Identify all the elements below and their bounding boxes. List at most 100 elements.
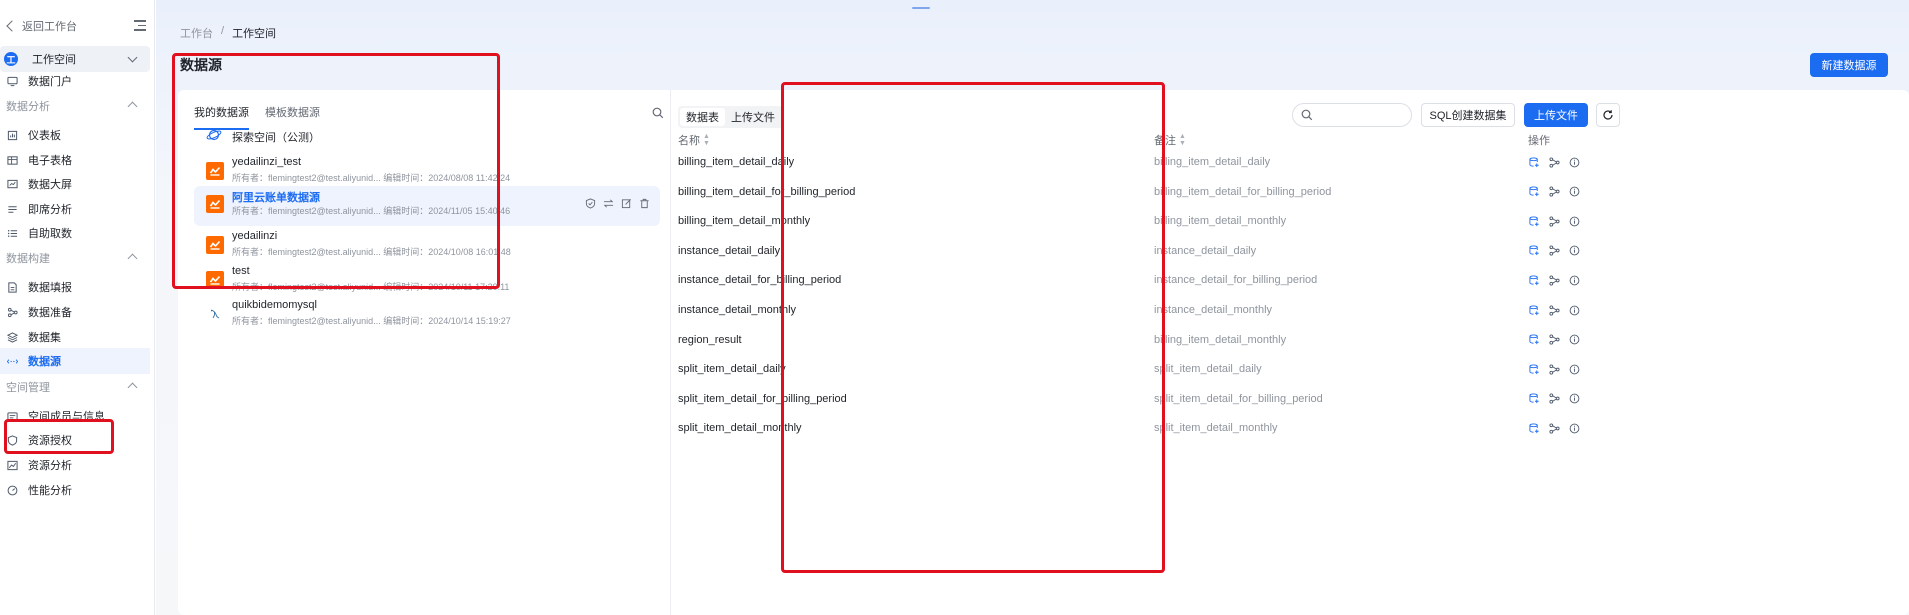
sidebar-item[interactable]: 资源授权 xyxy=(0,427,150,453)
sidebar-item[interactable]: 仪表板 xyxy=(0,122,150,148)
table-row[interactable]: split_item_detail_monthly split_item_deta… xyxy=(678,413,1908,443)
sidebar-item[interactable]: 空间成员与信息 xyxy=(0,403,150,429)
dataset-create-icon[interactable] xyxy=(1528,334,1540,346)
datasource-actions xyxy=(585,198,650,209)
lineage-icon[interactable] xyxy=(1548,422,1560,434)
table-tabs: 数据表 上传文件 xyxy=(678,106,783,128)
chevron-down-icon xyxy=(127,52,138,63)
table-search-input[interactable] xyxy=(1292,103,1412,127)
lineage-icon[interactable] xyxy=(1548,304,1560,316)
top-indicator xyxy=(912,7,930,9)
table-row[interactable]: instance_detail_daily instance_detail_dai… xyxy=(678,236,1908,266)
table-row[interactable]: split_item_detail_daily split_item_detail… xyxy=(678,354,1908,384)
info-icon[interactable] xyxy=(1568,156,1580,168)
aliyun-logo xyxy=(206,162,224,180)
nav-group-header[interactable]: 数据分析 xyxy=(6,97,138,115)
nav-group-header[interactable]: 空间管理 xyxy=(6,378,138,396)
lineage-icon[interactable] xyxy=(1548,215,1560,227)
table-row[interactable]: instance_detail_for_billing_period instan… xyxy=(678,265,1908,295)
table-row[interactable]: split_item_detail_for_billing_period spli… xyxy=(678,384,1908,414)
nav-group-label: 空间管理 xyxy=(6,382,50,394)
table-name: region_result xyxy=(678,333,742,346)
search-icon[interactable] xyxy=(652,107,664,119)
dataset-create-icon[interactable] xyxy=(1528,186,1540,198)
back-to-workbench-link[interactable]: 返回工作台 xyxy=(6,18,77,34)
lineage-icon[interactable] xyxy=(1548,186,1560,198)
upload-file-button[interactable]: 上传文件 xyxy=(1524,103,1588,127)
row-actions xyxy=(1528,156,1580,168)
sidebar-item[interactable]: 即席分析 xyxy=(0,196,150,222)
sidebar-item[interactable]: 数据门户 xyxy=(0,68,150,94)
column-name-label: 名称 xyxy=(678,135,700,147)
explore-space-item[interactable]: 探索空间（公测） xyxy=(194,122,660,148)
chevron-up-icon xyxy=(127,382,138,393)
datasource-meta: 所有者：flemingtest2@test.aliyunid... 编辑时间：2… xyxy=(232,282,510,292)
lineage-icon[interactable] xyxy=(1548,245,1560,257)
sidebar-item[interactable]: 资源分析 xyxy=(0,452,150,478)
sidebar-item[interactable]: 数据填报 xyxy=(0,274,150,300)
info-icon[interactable] xyxy=(1568,422,1580,434)
datasource-item[interactable]: yedailinzi 所有者：flemingtest2@test.aliyunid… xyxy=(194,227,660,267)
sidebar-item-label: 仪表板 xyxy=(28,130,61,142)
collapse-sidebar-icon[interactable] xyxy=(134,20,146,31)
row-actions xyxy=(1528,304,1580,316)
dataset-create-icon[interactable] xyxy=(1528,422,1540,434)
tab-data-tables[interactable]: 数据表 xyxy=(680,108,725,126)
dataset-create-icon[interactable] xyxy=(1528,245,1540,257)
table-name: instance_detail_daily xyxy=(678,244,781,257)
swap-icon[interactable] xyxy=(603,198,614,209)
aliyun-logo xyxy=(206,271,224,289)
sidebar-item[interactable]: 电子表格 xyxy=(0,147,150,173)
lineage-icon[interactable] xyxy=(1548,334,1560,346)
table-name: billing_item_detail_monthly xyxy=(678,215,811,228)
datasource-item[interactable]: 阿里云账单数据源 所有者：flemingtest2@test.aliyunid..… xyxy=(194,186,660,226)
edit-icon[interactable] xyxy=(621,198,632,209)
dataset-create-icon[interactable] xyxy=(1528,215,1540,227)
sql-create-dataset-button[interactable]: SQL创建数据集 xyxy=(1421,103,1515,127)
sidebar-item[interactable]: 数据集 xyxy=(0,324,150,350)
tab-upload-files[interactable]: 上传文件 xyxy=(725,108,781,126)
column-name-header[interactable]: 名称 ▲ ▼ xyxy=(678,132,710,148)
sidebar-item[interactable]: 数据大屏 xyxy=(0,171,150,197)
dataset-create-icon[interactable] xyxy=(1528,393,1540,405)
sidebar-item[interactable]: 数据源 xyxy=(0,348,150,374)
table-row[interactable]: region_result billing_item_detail_monthly xyxy=(678,325,1908,355)
datasource-item[interactable]: quikbidemomysql 所有者：flemingtest2@test.ali… xyxy=(194,296,660,336)
lineage-icon[interactable] xyxy=(1548,363,1560,375)
dataset-create-icon[interactable] xyxy=(1528,156,1540,168)
table-row[interactable]: billing_item_detail_daily billing_item_de… xyxy=(678,147,1908,177)
breadcrumb-root[interactable]: 工作台 xyxy=(180,25,213,41)
new-datasource-button[interactable]: 新建数据源 xyxy=(1810,53,1888,77)
info-icon[interactable] xyxy=(1568,215,1580,227)
table-row[interactable]: instance_detail_monthly instance_detail_m… xyxy=(678,295,1908,325)
dataset-create-icon[interactable] xyxy=(1528,363,1540,375)
dataset-create-icon[interactable] xyxy=(1528,274,1540,286)
lineage-icon[interactable] xyxy=(1548,156,1560,168)
nav-group-header[interactable]: 数据构建 xyxy=(6,249,138,267)
search-icon xyxy=(1301,109,1313,121)
sidebar-item-label: 数据大屏 xyxy=(28,179,72,191)
sidebar-item[interactable]: 数据准备 xyxy=(0,299,150,325)
sidebar-item-label: 数据准备 xyxy=(28,307,72,319)
shield-check-icon[interactable] xyxy=(585,198,596,209)
info-icon[interactable] xyxy=(1568,245,1580,257)
datasource-meta: 所有者：flemingtest2@test.aliyunid... 编辑时间：2… xyxy=(232,173,511,183)
dataset-create-icon[interactable] xyxy=(1528,304,1540,316)
info-icon[interactable] xyxy=(1568,274,1580,286)
info-icon[interactable] xyxy=(1568,334,1580,346)
sidebar-item[interactable]: 性能分析 xyxy=(0,477,150,503)
trash-icon[interactable] xyxy=(639,198,650,209)
info-icon[interactable] xyxy=(1568,363,1580,375)
lineage-icon[interactable] xyxy=(1548,274,1560,286)
table-row[interactable]: billing_item_detail_monthly billing_item_… xyxy=(678,206,1908,236)
sort-icon: ▲ ▼ xyxy=(703,133,710,147)
sidebar-item[interactable]: 自助取数 xyxy=(0,220,150,246)
table-row[interactable]: billing_item_detail_for_billing_period bi… xyxy=(678,177,1908,207)
info-icon[interactable] xyxy=(1568,186,1580,198)
column-remark-header[interactable]: 备注 ▲ ▼ xyxy=(1154,132,1186,148)
refresh-button[interactable] xyxy=(1596,103,1620,127)
info-icon[interactable] xyxy=(1568,393,1580,405)
lineage-icon[interactable] xyxy=(1548,393,1560,405)
info-icon[interactable] xyxy=(1568,304,1580,316)
row-actions xyxy=(1528,393,1580,405)
